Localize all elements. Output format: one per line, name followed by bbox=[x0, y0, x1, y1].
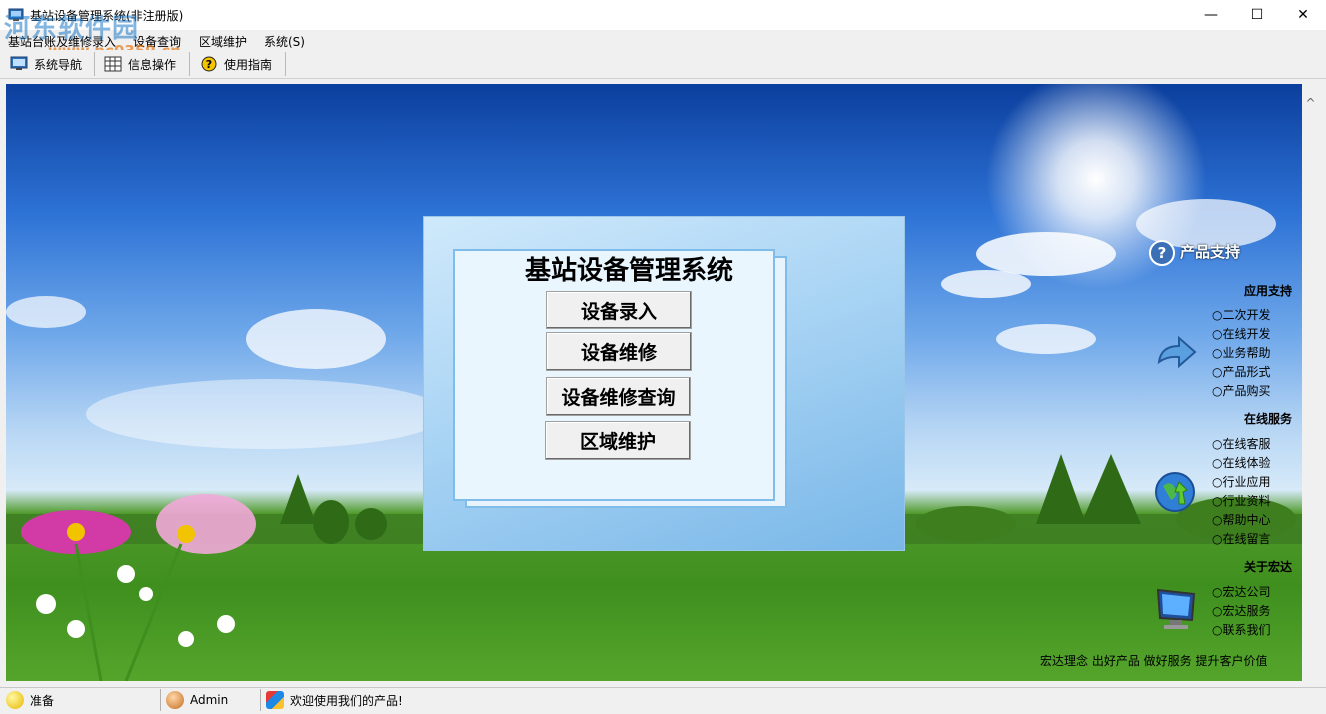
device-repair-button[interactable]: 设备维修 bbox=[546, 332, 692, 371]
link-services[interactable]: ○宏达服务 bbox=[1212, 602, 1271, 619]
grid-icon bbox=[104, 56, 122, 72]
maximize-button[interactable]: ☐ bbox=[1234, 0, 1280, 30]
link-product-purchase[interactable]: ○产品购买 bbox=[1212, 382, 1271, 399]
link-industry-application[interactable]: ○行业应用 bbox=[1212, 473, 1271, 490]
svg-text:?: ? bbox=[206, 58, 212, 71]
tool-info-operation[interactable]: 信息操作 bbox=[104, 52, 176, 76]
bullet-icon: ○ bbox=[1212, 437, 1223, 451]
tool-label: 使用指南 bbox=[224, 57, 273, 72]
title-bar bbox=[0, 0, 1326, 30]
bullet-icon: ○ bbox=[1212, 532, 1223, 546]
toolbar-divider bbox=[189, 52, 190, 76]
menu-item-device-query[interactable]: 设备查询 bbox=[133, 33, 181, 50]
link-industry-materials[interactable]: ○行业资料 bbox=[1212, 492, 1271, 509]
tool-label: 信息操作 bbox=[128, 57, 177, 72]
status-user: Admin bbox=[166, 691, 228, 709]
link-contact-us[interactable]: ○联系我们 bbox=[1212, 621, 1271, 638]
window-title: 基站设备管理系统(非注册版) bbox=[30, 9, 184, 23]
link-label: 联系我们 bbox=[1222, 623, 1271, 637]
link-label: 在线开发 bbox=[1222, 327, 1271, 341]
status-ready: 准备 bbox=[6, 691, 54, 709]
link-online-support[interactable]: ○在线客服 bbox=[1212, 435, 1271, 452]
close-button[interactable]: ✕ bbox=[1280, 0, 1326, 30]
section-title-online-service: 在线服务 bbox=[1244, 412, 1293, 426]
menu-item-area-maintenance[interactable]: 区域维护 bbox=[199, 33, 247, 50]
link-company[interactable]: ○宏达公司 bbox=[1212, 583, 1271, 600]
menu-item-system[interactable]: 系统(S) bbox=[264, 33, 305, 50]
tool-user-guide[interactable]: ? 使用指南 bbox=[200, 52, 272, 76]
status-divider bbox=[160, 689, 161, 711]
help-icon: ? bbox=[201, 56, 217, 72]
link-online-development[interactable]: ○在线开发 bbox=[1212, 325, 1271, 342]
tool-label: 系统导航 bbox=[34, 57, 83, 72]
link-label: 产品购买 bbox=[1222, 384, 1271, 398]
lightbulb-icon bbox=[6, 691, 24, 709]
company-slogan: 宏达理念 出好产品 做好服务 提升客户价值 bbox=[1040, 654, 1268, 668]
menu-item-ledger[interactable]: 基站台账及维修录入 bbox=[8, 33, 116, 50]
bullet-icon: ○ bbox=[1212, 346, 1223, 360]
device-entry-button[interactable]: 设备录入 bbox=[546, 291, 692, 329]
scroll-up-arrow-icon[interactable]: ^ bbox=[1302, 96, 1319, 110]
status-message-text: 欢迎使用我们的产品! bbox=[290, 693, 403, 708]
panel-title: 基站设备管理系统 bbox=[524, 256, 733, 286]
link-help-center[interactable]: ○帮助中心 bbox=[1212, 511, 1271, 528]
link-online-experience[interactable]: ○在线体验 bbox=[1212, 454, 1271, 471]
link-label: 业务帮助 bbox=[1222, 346, 1271, 360]
bullet-icon: ○ bbox=[1212, 585, 1223, 599]
minimize-button[interactable]: — bbox=[1188, 0, 1234, 30]
bullet-icon: ○ bbox=[1212, 308, 1223, 322]
cubes-icon bbox=[266, 691, 284, 709]
link-business-help[interactable]: ○业务帮助 bbox=[1212, 344, 1271, 361]
bullet-icon: ○ bbox=[1212, 494, 1223, 508]
toolbar-divider bbox=[94, 52, 95, 76]
toolbar-divider bbox=[285, 52, 286, 76]
question-icon: ? bbox=[1149, 240, 1175, 266]
bullet-icon: ○ bbox=[1212, 604, 1223, 618]
bullet-icon: ○ bbox=[1212, 365, 1223, 379]
status-ready-text: 准备 bbox=[30, 693, 55, 708]
link-label: 产品形式 bbox=[1222, 365, 1271, 379]
link-label: 帮助中心 bbox=[1222, 513, 1271, 527]
globe-icon bbox=[1155, 472, 1195, 512]
area-maintenance-button[interactable]: 区域维护 bbox=[545, 421, 691, 460]
link-label: 在线客服 bbox=[1222, 437, 1271, 451]
link-label: 在线体验 bbox=[1222, 456, 1271, 470]
section-title-app-support: 应用支持 bbox=[1244, 284, 1293, 298]
link-label: 二次开发 bbox=[1222, 308, 1271, 322]
user-icon bbox=[166, 691, 184, 709]
bullet-icon: ○ bbox=[1212, 623, 1223, 637]
device-repair-query-button[interactable]: 设备维修查询 bbox=[546, 377, 691, 416]
tool-system-nav[interactable]: 系统导航 bbox=[10, 52, 82, 76]
link-label: 宏达公司 bbox=[1222, 585, 1271, 599]
product-support-title: 产品支持 bbox=[1180, 243, 1241, 261]
bullet-icon: ○ bbox=[1212, 327, 1223, 341]
link-label: 行业资料 bbox=[1222, 494, 1271, 508]
link-label: 行业应用 bbox=[1222, 475, 1271, 489]
link-label: 宏达服务 bbox=[1222, 604, 1271, 618]
bullet-icon: ○ bbox=[1212, 513, 1223, 527]
link-secondary-development[interactable]: ○二次开发 bbox=[1212, 306, 1271, 323]
monitor-icon bbox=[10, 56, 28, 70]
bullet-icon: ○ bbox=[1212, 475, 1223, 489]
link-online-message[interactable]: ○在线留言 bbox=[1212, 530, 1271, 547]
status-message: 欢迎使用我们的产品! bbox=[266, 691, 403, 709]
computer-monitor-icon bbox=[1156, 588, 1196, 629]
link-product-form[interactable]: ○产品形式 bbox=[1212, 363, 1271, 380]
arrow-right-icon bbox=[1157, 335, 1197, 369]
app-icon bbox=[8, 8, 24, 21]
status-divider bbox=[260, 689, 261, 711]
bullet-icon: ○ bbox=[1212, 456, 1223, 470]
toolbar bbox=[0, 50, 1326, 79]
vertical-scrollbar[interactable] bbox=[1302, 84, 1319, 681]
status-user-text: Admin bbox=[190, 693, 229, 707]
link-label: 在线留言 bbox=[1222, 532, 1271, 546]
bullet-icon: ○ bbox=[1212, 384, 1223, 398]
section-title-about: 关于宏达 bbox=[1244, 560, 1293, 574]
